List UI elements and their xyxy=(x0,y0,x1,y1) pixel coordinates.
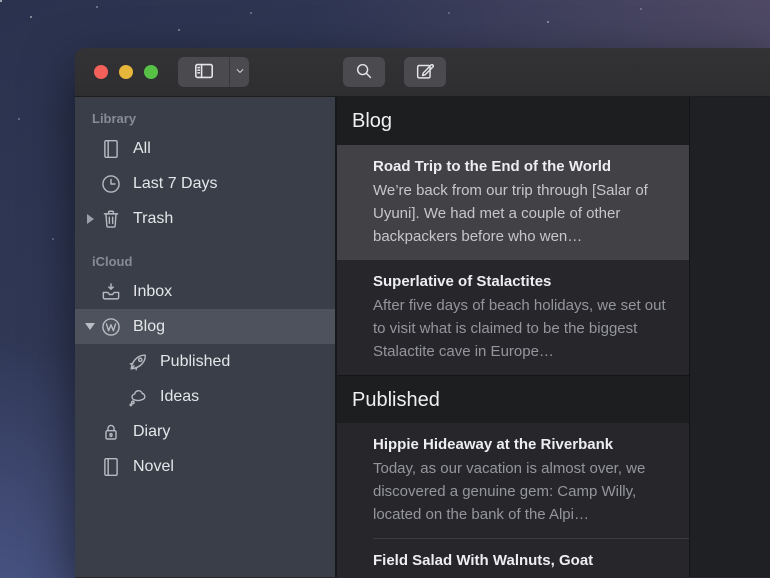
sidebar-section-library: Library xyxy=(92,111,137,126)
entry-title: Road Trip to the End of the World xyxy=(373,158,612,175)
book-icon xyxy=(99,137,123,161)
window-content: Library All Last 7 Days Trash iCloud Inb… xyxy=(75,97,770,577)
compose-icon xyxy=(414,60,436,85)
entry-preview: Today, as our vacation is almost over, w… xyxy=(373,460,646,523)
inbox-icon xyxy=(99,280,123,304)
sidebar-item-label: Last 7 Days xyxy=(133,174,218,192)
sidebar: Library All Last 7 Days Trash iCloud Inb… xyxy=(75,97,337,577)
sidebar-item-novel[interactable]: Novel xyxy=(75,449,335,484)
sidebar-toggle-group xyxy=(178,57,249,87)
titlebar[interactable] xyxy=(75,48,770,97)
minimize-button[interactable] xyxy=(119,65,133,79)
sidebar-item-last-7-days[interactable]: Last 7 Days xyxy=(75,166,335,201)
editor-pane[interactable] xyxy=(690,97,770,577)
list-entry-road-trip[interactable]: Road Trip to the End of the World We’re … xyxy=(337,145,689,260)
sheet-list: Blog Road Trip to the End of the World W… xyxy=(337,97,690,577)
entry-title: Field Salad With Walnuts, Goat xyxy=(373,552,594,569)
desktop-wallpaper: Library All Last 7 Days Trash iCloud Inb… xyxy=(0,0,770,578)
sidebar-item-label: Published xyxy=(160,352,231,370)
list-group-header-blog: Blog xyxy=(337,97,689,145)
group-header-label: Published xyxy=(352,389,440,411)
sidebar-item-ideas[interactable]: Ideas xyxy=(75,379,335,414)
wallpaper-stars xyxy=(0,0,2,2)
sidebar-options-dropdown[interactable] xyxy=(230,57,249,87)
rocket-icon xyxy=(126,350,150,374)
sidebar-item-published[interactable]: Published xyxy=(75,344,335,379)
sidebar-item-label: Novel xyxy=(133,457,174,475)
list-entry-hippie-hideaway[interactable]: Hippie Hideaway at the Riverbank Today, … xyxy=(337,423,689,538)
close-button[interactable] xyxy=(94,65,108,79)
sidebar-section-icloud: iCloud xyxy=(92,254,133,269)
sidebar-item-diary[interactable]: Diary xyxy=(75,414,335,449)
search-icon xyxy=(353,60,375,85)
list-entry-superlative[interactable]: Superlative of Stalactites After five da… xyxy=(337,260,689,375)
sidebar-panel-icon xyxy=(192,59,216,86)
traffic-lights xyxy=(94,65,158,79)
trash-icon xyxy=(99,207,123,231)
sidebar-item-blog[interactable]: Blog xyxy=(75,309,335,344)
entry-title: Hippie Hideaway at the Riverbank xyxy=(373,436,614,453)
search-button[interactable] xyxy=(343,57,385,87)
group-header-label: Blog xyxy=(352,110,393,132)
compose-button[interactable] xyxy=(404,57,446,87)
sidebar-item-label: Ideas xyxy=(160,387,200,405)
list-group-header-published: Published xyxy=(337,375,689,423)
disclosure-collapsed-icon[interactable] xyxy=(81,213,99,224)
sidebar-toggle-button[interactable] xyxy=(178,57,229,87)
sidebar-item-label: Diary xyxy=(133,422,171,440)
sidebar-item-label: Blog xyxy=(133,317,166,335)
sidebar-item-label: Inbox xyxy=(133,282,173,300)
app-window: Library All Last 7 Days Trash iCloud Inb… xyxy=(75,48,770,578)
book-icon xyxy=(99,455,123,479)
sidebar-item-trash[interactable]: Trash xyxy=(75,201,335,236)
entry-title: Superlative of Stalactites xyxy=(373,273,552,290)
sidebar-item-label: All xyxy=(133,139,151,157)
sidebar-item-inbox[interactable]: Inbox xyxy=(75,274,335,309)
list-entry-field-salad[interactable]: Field Salad With Walnuts, Goat xyxy=(337,539,689,577)
wordpress-icon xyxy=(99,315,123,339)
entry-preview: After five days of beach holidays, we se… xyxy=(373,297,666,360)
lock-icon xyxy=(99,420,123,444)
chevron-down-icon xyxy=(233,64,247,81)
zoom-button[interactable] xyxy=(144,65,158,79)
sidebar-item-all[interactable]: All xyxy=(75,131,335,166)
sidebar-item-label: Trash xyxy=(133,209,174,227)
disclosure-expanded-icon[interactable] xyxy=(81,323,99,330)
clock-icon xyxy=(99,172,123,196)
thought-cloud-icon xyxy=(126,385,150,409)
entry-preview: We’re back from our trip through [Salar … xyxy=(373,182,648,245)
